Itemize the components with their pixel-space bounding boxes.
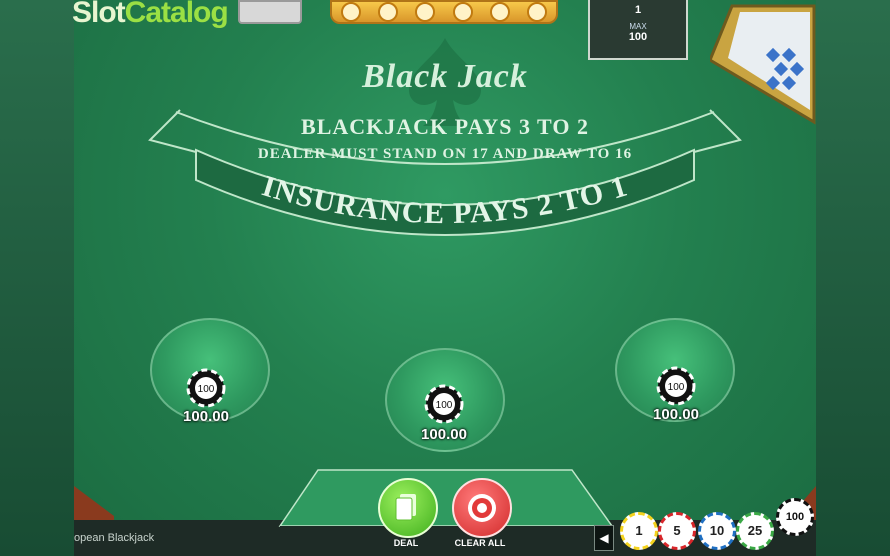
svg-text:INSURANCE PAYS 2 TO 1: INSURANCE PAYS 2 TO 1 bbox=[258, 169, 631, 230]
svg-text:100: 100 bbox=[436, 400, 453, 411]
deal-label: DEAL bbox=[393, 538, 419, 548]
svg-text:100: 100 bbox=[668, 382, 685, 393]
bet-amount-right: 100.00 bbox=[653, 406, 699, 423]
chip-value-label: 25 bbox=[747, 523, 763, 538]
clear-all-button[interactable] bbox=[452, 478, 512, 538]
chip-selector-5[interactable]: 5 bbox=[658, 512, 696, 550]
chip-value-label: 1 bbox=[635, 523, 643, 538]
bet-amount-left: 100.00 bbox=[183, 408, 229, 425]
insurance-payout-text: INSURANCE PAYS 2 TO 1 bbox=[258, 169, 630, 230]
table-rail-left bbox=[74, 486, 114, 522]
chip-selector-25[interactable]: 25 bbox=[736, 512, 774, 550]
chip-value-label: 100 bbox=[785, 511, 805, 523]
bet-amount-center: 100.00 bbox=[421, 426, 467, 443]
bet-chip-center[interactable]: 100 bbox=[424, 384, 464, 424]
chip-stack-icon bbox=[468, 494, 496, 522]
svg-text:100: 100 bbox=[198, 384, 215, 395]
clear-all-label: CLEAR ALL bbox=[454, 538, 506, 548]
deal-button[interactable] bbox=[378, 478, 438, 538]
bet-chip-right[interactable]: 100 bbox=[656, 366, 696, 406]
chip-value-label: 5 bbox=[673, 523, 681, 538]
insurance-text-arc: INSURANCE PAYS 2 TO 1 bbox=[258, 169, 631, 230]
chip-scroll-left-button[interactable]: ◀ bbox=[594, 525, 614, 551]
chip-value-label: 10 bbox=[709, 523, 725, 538]
chip-selector-1[interactable]: 1 bbox=[620, 512, 658, 550]
bet-chip-left[interactable]: 100 bbox=[186, 368, 226, 408]
chip-selector-10[interactable]: 10 bbox=[698, 512, 736, 550]
chip-selector-100[interactable]: 100 bbox=[776, 498, 814, 536]
cards-icon bbox=[395, 494, 416, 521]
game-name-label: opean Blackjack bbox=[74, 532, 155, 544]
